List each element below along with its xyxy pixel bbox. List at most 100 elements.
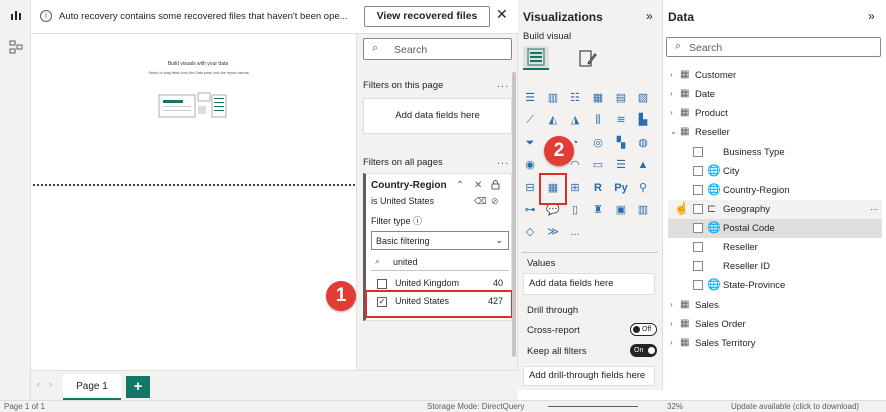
recovery-banner: i Auto recovery contains some recovered …	[31, 0, 518, 34]
paginated-report-icon[interactable]: ▯	[567, 202, 583, 218]
lock-icon[interactable]	[491, 180, 500, 193]
python-visual-icon[interactable]: Py	[613, 180, 629, 196]
checkbox[interactable]	[693, 242, 703, 252]
checkbox[interactable]	[693, 147, 703, 157]
field-reseller[interactable]: Reseller	[668, 238, 882, 257]
treemap-icon[interactable]: ▚	[613, 135, 629, 151]
table-sales-order[interactable]: › ▦ Sales Order	[668, 315, 882, 334]
values-dropzone[interactable]: Add data fields here	[523, 273, 655, 295]
ribbon-chart-icon[interactable]: ≋	[613, 112, 629, 128]
power-apps-icon[interactable]: ◇	[522, 224, 538, 240]
filled-map-icon[interactable]: ◉	[522, 157, 538, 173]
field-label: Business Type	[723, 147, 785, 158]
power-automate-icon[interactable]: ≫	[545, 224, 561, 240]
r-visual-icon[interactable]: R	[590, 180, 606, 196]
field-country-region[interactable]: 🌐 Country-Region	[668, 181, 882, 200]
checkbox[interactable]	[693, 185, 703, 195]
table-sales[interactable]: › ▦ Sales	[668, 296, 882, 315]
slicer-icon[interactable]: ⊟	[522, 180, 538, 196]
line-chart-icon[interactable]: ⟋	[522, 112, 538, 128]
field-city[interactable]: 🌐 City	[668, 162, 882, 181]
filters-on-this-page-label: Filters on this page	[363, 80, 444, 91]
checkbox[interactable]	[693, 223, 703, 233]
search-icon: ⌕	[372, 42, 379, 54]
100-column-chart-icon[interactable]: ▧	[635, 90, 651, 106]
viz-pane-title: Visualizations	[523, 10, 603, 24]
more-options-icon[interactable]: ...	[497, 155, 509, 167]
field-business-type[interactable]: Business Type	[668, 143, 882, 162]
goals-icon[interactable]: ♜	[590, 202, 606, 218]
more-options-icon[interactable]: ...	[497, 78, 509, 90]
100-bar-chart-icon[interactable]: ▤	[613, 90, 629, 106]
next-page-icon[interactable]: ›	[49, 379, 52, 389]
filters-page-dropzone[interactable]: Add data fields here	[363, 98, 512, 134]
key-influencers-icon[interactable]: ⚲	[635, 180, 651, 196]
stacked-area-chart-icon[interactable]: ◮	[567, 112, 583, 128]
area-chart-icon[interactable]: ◭	[545, 112, 561, 128]
add-page-button[interactable]: +	[126, 376, 150, 398]
filter-type-select[interactable]: Basic filtering ⌄	[371, 231, 509, 250]
card-icon[interactable]: ▭	[590, 157, 606, 173]
table-reseller[interactable]: ⌄ ▦ Reseller	[668, 123, 882, 142]
smart-narrative-icon[interactable]: ▣	[613, 202, 629, 218]
close-icon[interactable]: ✕	[496, 6, 508, 23]
view-recovered-files-button[interactable]: View recovered files	[364, 6, 490, 27]
collapse-pane-icon[interactable]: »	[646, 9, 653, 23]
filters-scrollbar[interactable]	[512, 72, 516, 357]
checkbox[interactable]	[377, 279, 387, 289]
collapse-pane-icon[interactable]: »	[868, 9, 875, 23]
filter-search-value: united	[393, 257, 418, 267]
filters-on-all-pages-label: Filters on all pages	[363, 157, 443, 168]
kpi-icon[interactable]: ▲	[635, 157, 651, 173]
prev-page-icon[interactable]: ‹	[37, 379, 40, 389]
keep-filters-toggle[interactable]: On	[630, 344, 657, 357]
cross-report-toggle[interactable]: Off	[630, 323, 657, 336]
table-sales-territory[interactable]: › ▦ Sales Territory	[668, 334, 882, 353]
matrix-icon[interactable]: ⊞	[567, 180, 583, 196]
filters-search-input[interactable]: ⌕ Search	[363, 38, 512, 60]
donut-chart-icon[interactable]: ◎	[590, 135, 606, 151]
clear-filter-icon[interactable]: ✕	[474, 180, 482, 191]
drill-through-dropzone[interactable]: Add drill-through fields here	[523, 366, 655, 386]
stacked-column-chart-icon[interactable]: ▥	[545, 90, 561, 106]
table-date[interactable]: › ▦ Date	[668, 85, 882, 104]
funnel-icon[interactable]: ⏷	[522, 135, 538, 151]
stacked-bar-chart-icon[interactable]: ☰	[522, 90, 538, 106]
checkbox[interactable]	[693, 261, 703, 271]
chevron-right-icon: ›	[670, 89, 673, 98]
report-view-icon[interactable]	[7, 8, 24, 25]
checkbox[interactable]	[693, 204, 703, 214]
clustered-column-chart-icon[interactable]: ▦	[590, 90, 606, 106]
update-available-link[interactable]: Update available (click to download)	[731, 402, 859, 411]
tab-page-1[interactable]: Page 1	[63, 374, 121, 401]
globe-icon: 🌐	[707, 165, 721, 177]
field-reseller-id[interactable]: Reseller ID	[668, 257, 882, 276]
more-visuals-icon[interactable]: ...	[567, 224, 583, 240]
data-search-input[interactable]: ⌕ Search	[666, 37, 881, 57]
eraser-icon[interactable]: ⌫	[474, 196, 487, 207]
table-product[interactable]: › ▦ Product	[668, 104, 882, 123]
waterfall-chart-icon[interactable]: ▙	[635, 112, 651, 128]
collapse-icon[interactable]: ⌃	[456, 180, 464, 191]
multi-row-card-icon[interactable]: ☰	[613, 157, 629, 173]
checkbox[interactable]	[693, 280, 703, 290]
field-postal-code[interactable]: 🌐 Postal Code	[668, 219, 882, 238]
field-geography[interactable]: ☝ ⊏ Geography ...	[668, 200, 882, 219]
report-canvas[interactable]	[31, 34, 356, 370]
field-state-province[interactable]: 🌐 State-Province	[668, 276, 882, 295]
map-icon[interactable]: ◍	[635, 135, 651, 151]
hide-icon[interactable]: ⊘	[491, 196, 499, 207]
decomposition-tree-icon[interactable]: ⊶	[522, 202, 538, 218]
format-visual-icon[interactable]	[576, 48, 598, 70]
metrics-icon[interactable]: ▥	[635, 202, 651, 218]
build-visual-tab[interactable]	[523, 46, 549, 70]
zoom-slider[interactable]	[548, 406, 638, 407]
model-view-icon[interactable]	[7, 40, 24, 57]
filter-values-search[interactable]: ⌕ united	[371, 254, 509, 271]
clustered-bar-chart-icon[interactable]: ☷	[567, 90, 583, 106]
table-customer[interactable]: › ▦ Customer	[668, 66, 882, 85]
toggle-knob	[633, 326, 640, 333]
more-options-icon[interactable]: ...	[870, 202, 878, 213]
line-column-chart-icon[interactable]: ⫼	[590, 112, 606, 128]
checkbox[interactable]	[693, 166, 703, 176]
